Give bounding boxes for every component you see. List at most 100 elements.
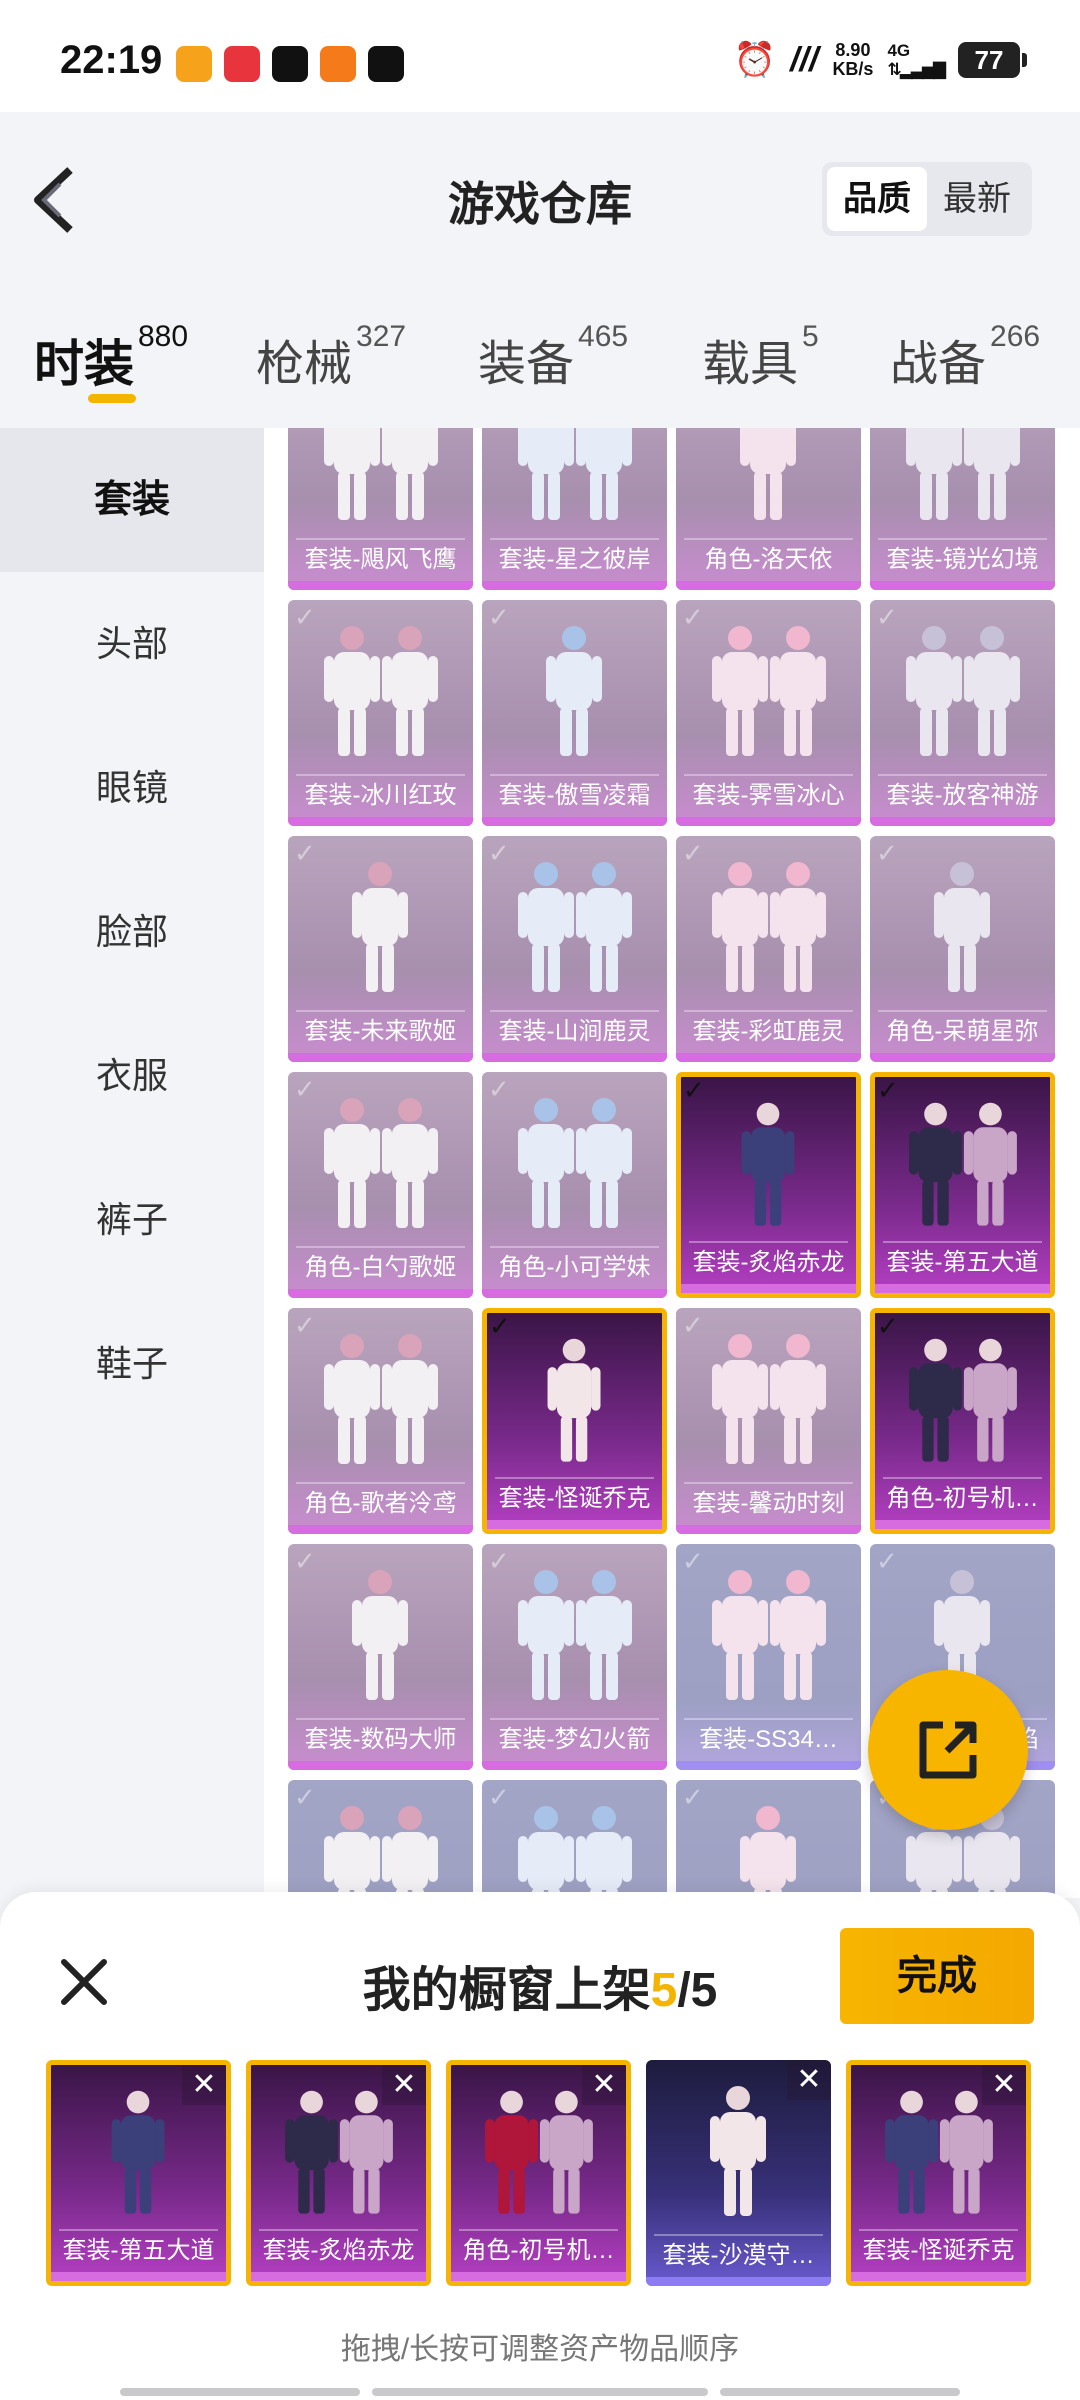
outfit-card[interactable]: ✓套装-镜光幻境 — [870, 428, 1055, 590]
outfit-card[interactable]: ✓角色-洛天依 — [676, 428, 861, 590]
remove-icon[interactable]: ✕ — [982, 2065, 1026, 2105]
item-name: 套装-数码大师 — [304, 1726, 457, 1753]
check-icon: ✓ — [876, 1546, 898, 1576]
outfit-card[interactable]: ✓ 套装-SS34… — [676, 1544, 861, 1770]
item-name: 套装-怪诞乔克 — [498, 1485, 651, 1512]
rarity-strip — [482, 817, 667, 826]
check-icon: ✓ — [682, 1310, 704, 1340]
signal-indicator: 4G ⇅▂▃▅▇ — [887, 41, 946, 79]
showcase-card[interactable]: 套装-沙漠守… ✕ — [646, 2060, 831, 2286]
outfit-card[interactable]: ✓套装-异域银装 — [288, 1780, 473, 1898]
showcase-card[interactable]: 套装-怪诞乔克 ✕ — [846, 2060, 1031, 2286]
outfit-card[interactable]: ✓ 套装-炙焰赤龙 — [676, 1072, 861, 1298]
outfit-card[interactable]: ✓ 套装-霁雪冰心 — [676, 600, 861, 826]
remove-icon[interactable]: ✕ — [582, 2065, 626, 2105]
item-name: 套装-未来歌姬 — [304, 1018, 457, 1045]
rarity-strip — [251, 2272, 426, 2281]
rarity-strip — [487, 1520, 662, 1529]
showcase-card[interactable]: 角色-初号机… ✕ — [446, 2060, 631, 2286]
outfit-card[interactable]: ✓ 角色-歌者泠鸢 — [288, 1308, 473, 1534]
rarity-strip — [288, 1525, 473, 1534]
check-icon: ✓ — [682, 602, 704, 632]
check-icon: ✓ — [488, 1074, 510, 1104]
outfit-card[interactable]: ✓ 套装-彩虹鹿灵 — [676, 836, 861, 1062]
outfit-card[interactable]: ✓ 套装-傲雪凌霜 — [482, 600, 667, 826]
check-icon: ✓ — [682, 1782, 704, 1812]
item-name: 套装-馨动时刻 — [692, 1490, 845, 1517]
app-notification-icon — [272, 46, 308, 82]
outfit-card[interactable]: ✓ 套装-梦幻火箭 — [482, 1544, 667, 1770]
signal-bars-icon: ⇅▂▃▅▇ — [887, 60, 946, 79]
outfit-card[interactable]: ✓ 套装-怪诞乔克 — [482, 1308, 667, 1534]
rarity-strip — [870, 1053, 1055, 1062]
check-icon: ✓ — [682, 1546, 704, 1576]
showcase-shelf: 套装-第五大道 ✕ 套装-炙焰赤龙 ✕ 角色-初号机… ✕ 套装-沙漠守… ✕ 套装-怪诞乔克 ✕ — [46, 2060, 1046, 2288]
rarity-strip — [676, 1761, 861, 1770]
outfit-card[interactable]: ✓ 角色-小可学妹 — [482, 1072, 667, 1298]
outfit-card[interactable]: ✓ 套装-山涧鹿灵 — [482, 836, 667, 1062]
nav-bar-segment — [120, 2388, 360, 2396]
item-name: 套装-第五大道 — [886, 1249, 1039, 1276]
showcase-card[interactable]: 套装-第五大道 ✕ — [46, 2060, 231, 2286]
check-icon: ✓ — [682, 838, 704, 868]
check-icon: ✓ — [876, 602, 898, 632]
side-nav-item[interactable]: 脸部 — [0, 860, 264, 1004]
tab-guns[interactable]: 枪械327 — [256, 320, 406, 394]
side-nav-item[interactable]: 衣服 — [0, 1004, 264, 1148]
remove-icon[interactable]: ✕ — [382, 2065, 426, 2105]
rarity-strip — [482, 581, 667, 590]
sort-newest-option[interactable]: 最新 — [927, 167, 1027, 231]
outfit-card[interactable]: ✓ 套装-未来歌姬 — [288, 836, 473, 1062]
net-speed: 8.90 KB/s — [832, 40, 874, 79]
check-icon: ✓ — [488, 1546, 510, 1576]
tab-supplies[interactable]: 战备266 — [890, 320, 1040, 394]
side-nav-item[interactable]: 裤子 — [0, 1148, 264, 1292]
remove-icon[interactable]: ✕ — [787, 2060, 831, 2100]
rarity-strip — [482, 1761, 667, 1770]
outfit-card[interactable]: ✓ 套装-数码大师 — [288, 1544, 473, 1770]
check-icon: ✓ — [294, 1782, 316, 1812]
rarity-strip — [851, 2272, 1026, 2281]
item-name: 套装-第五大道 — [62, 2237, 215, 2264]
outfit-card[interactable]: ✓ 套装-冰川红玫 — [288, 600, 473, 826]
rarity-strip — [646, 2277, 831, 2286]
side-nav-item[interactable]: 鞋子 — [0, 1292, 264, 1436]
showcase-count: 5 — [650, 1964, 678, 2017]
check-icon: ✓ — [489, 1311, 511, 1341]
tab-fashion[interactable]: 时装 880 — [34, 320, 188, 396]
outfit-card[interactable]: ✓套装-飓风飞鹰 — [288, 428, 473, 590]
rarity-strip — [676, 817, 861, 826]
rarity-strip — [288, 1761, 473, 1770]
rarity-strip — [51, 2272, 226, 2281]
remove-icon[interactable]: ✕ — [182, 2065, 226, 2105]
sort-quality-option[interactable]: 品质 — [827, 167, 927, 231]
outfit-card[interactable]: ✓ 角色-初号机… — [870, 1308, 1055, 1534]
done-button[interactable]: 完成 — [840, 1928, 1034, 2024]
side-nav-item[interactable]: 眼镜 — [0, 716, 264, 860]
outfit-card[interactable]: ✓ 套装-放客神游 — [870, 600, 1055, 826]
item-name: 角色-洛天依 — [704, 546, 833, 573]
outfit-card[interactable]: ✓ 套装-馨动时刻 — [676, 1308, 861, 1534]
outfit-card[interactable]: ✓套装-蜜露汐语 — [482, 1780, 667, 1898]
rarity-strip — [676, 581, 861, 590]
item-name: 套装-彩虹鹿灵 — [692, 1018, 845, 1045]
side-nav-item[interactable]: 套装 — [0, 428, 264, 572]
check-icon: ✓ — [294, 1074, 316, 1104]
outfit-card[interactable]: ✓ 角色-白勺歌姬 — [288, 1072, 473, 1298]
share-button[interactable] — [868, 1670, 1028, 1830]
tab-equipment[interactable]: 装备465 — [478, 320, 628, 394]
showcase-card[interactable]: 套装-炙焰赤龙 ✕ — [246, 2060, 431, 2286]
outfit-card[interactable]: ✓ 套装-第五大道 — [870, 1072, 1055, 1298]
outfit-card[interactable]: ✓ 角色-呆萌星弥 — [870, 836, 1055, 1062]
outfit-card[interactable]: ✓套装-星之彼岸 — [482, 428, 667, 590]
alarm-icon: ⏰ — [733, 41, 777, 79]
app-notification-icon — [368, 46, 404, 82]
side-nav-item[interactable]: 头部 — [0, 572, 264, 716]
outfit-card[interactable]: ✓套装-蓝海鲸歌 — [676, 1780, 861, 1898]
item-name: 套装-炙焰赤龙 — [262, 2237, 415, 2264]
item-name: 套装-星之彼岸 — [498, 546, 651, 573]
tab-vehicles[interactable]: 载具5 — [702, 320, 819, 394]
app-notification-icon — [176, 46, 212, 82]
nav-bar-segment — [720, 2388, 960, 2396]
check-icon: ✓ — [488, 602, 510, 632]
